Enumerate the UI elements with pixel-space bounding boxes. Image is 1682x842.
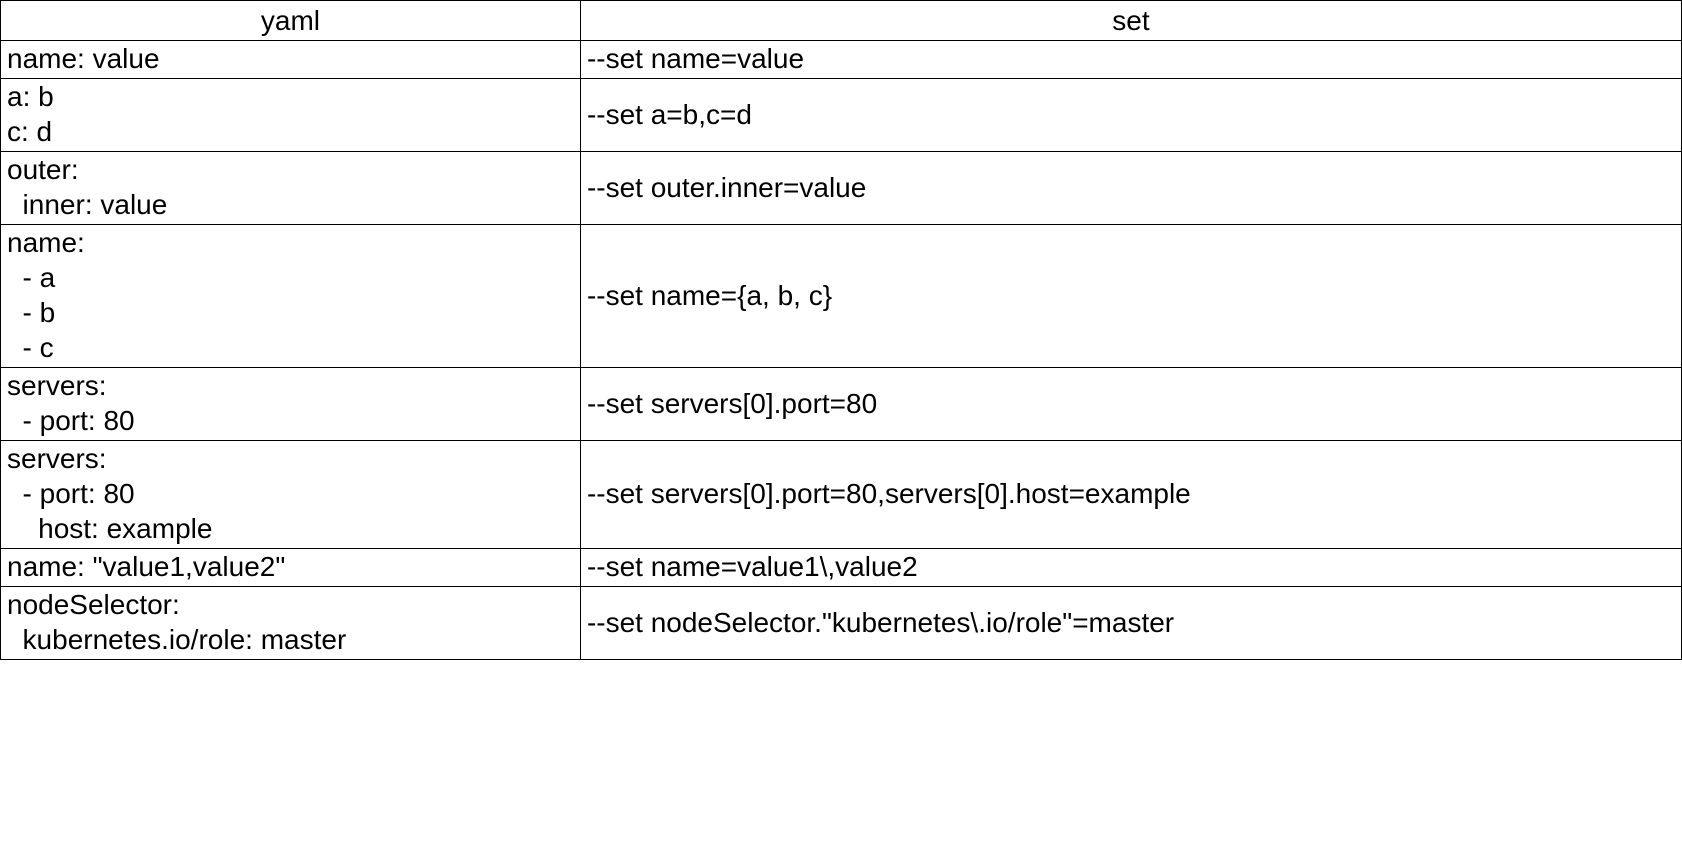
yaml-cell: name: - a - b - c — [1, 225, 581, 368]
set-cell: --set outer.inner=value — [580, 152, 1681, 225]
set-cell: --set servers[0].port=80,servers[0].host… — [580, 441, 1681, 549]
yaml-cell: name: value — [1, 41, 581, 79]
table-header-row: yaml set — [1, 1, 1682, 41]
set-cell: --set name=value1\,value2 — [580, 549, 1681, 587]
table-row: outer: inner: value --set outer.inner=va… — [1, 152, 1682, 225]
table-row: nodeSelector: kubernetes.io/role: master… — [1, 587, 1682, 660]
table-row: name: value --set name=value — [1, 41, 1682, 79]
yaml-cell: a: b c: d — [1, 79, 581, 152]
table-row: servers: - port: 80 --set servers[0].por… — [1, 368, 1682, 441]
table-row: servers: - port: 80 host: example --set … — [1, 441, 1682, 549]
yaml-cell: servers: - port: 80 host: example — [1, 441, 581, 549]
set-cell: --set nodeSelector."kubernetes\.io/role"… — [580, 587, 1681, 660]
header-set: set — [580, 1, 1681, 41]
table-row: name: "value1,value2" --set name=value1\… — [1, 549, 1682, 587]
yaml-set-table: yaml set name: value --set name=value a:… — [0, 0, 1682, 660]
set-cell: --set name={a, b, c} — [580, 225, 1681, 368]
set-cell: --set a=b,c=d — [580, 79, 1681, 152]
header-yaml: yaml — [1, 1, 581, 41]
table-row: a: b c: d --set a=b,c=d — [1, 79, 1682, 152]
yaml-cell: outer: inner: value — [1, 152, 581, 225]
set-cell: --set name=value — [580, 41, 1681, 79]
table-row: name: - a - b - c --set name={a, b, c} — [1, 225, 1682, 368]
yaml-cell: nodeSelector: kubernetes.io/role: master — [1, 587, 581, 660]
yaml-cell: name: "value1,value2" — [1, 549, 581, 587]
set-cell: --set servers[0].port=80 — [580, 368, 1681, 441]
yaml-cell: servers: - port: 80 — [1, 368, 581, 441]
